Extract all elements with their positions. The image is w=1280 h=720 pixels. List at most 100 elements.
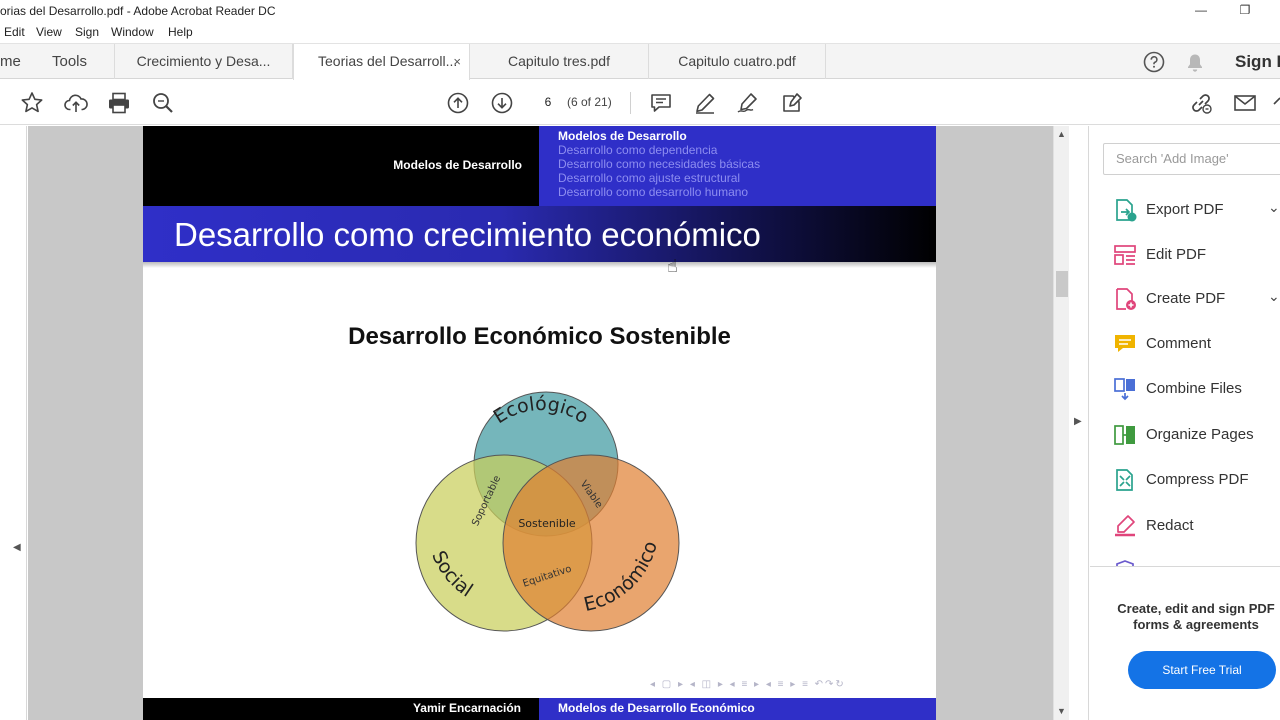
scrollbar-thumb[interactable]: [1056, 271, 1068, 297]
more-tools-icon[interactable]: [1272, 90, 1280, 116]
tool-export-pdf[interactable]: Export PDF ⌄: [1112, 195, 1280, 225]
previous-page-icon[interactable]: [445, 90, 471, 116]
bookmark-star-icon[interactable]: [19, 90, 45, 116]
zoom-search-icon[interactable]: [150, 90, 176, 116]
title-bar: orias del Desarrollo.pdf - Adobe Acrobat…: [0, 0, 1280, 22]
menu-edit[interactable]: Edit: [4, 25, 25, 39]
toolbar: 6 (6 of 21): [0, 80, 1280, 125]
slide-section-label: Modelos de Desarrollo: [393, 158, 522, 172]
menu-bar: Edit View Sign Window Help: [0, 22, 1280, 42]
tool-partially-hidden[interactable]: [1112, 556, 1280, 566]
venn-diagram: Ecológico Social Económico Soportable Vi…: [415, 391, 680, 632]
beamer-navigation-symbols[interactable]: ◂ ▢ ▸ ◂ ◫ ▸ ◂ ≡ ▸ ◂ ≡ ▸ ≡ ↶↷↻: [650, 679, 846, 690]
nav-home[interactable]: me: [0, 53, 21, 70]
page-number-input[interactable]: 6: [534, 90, 562, 114]
maximize-button[interactable]: ❐: [1222, 0, 1268, 22]
tab-label: Capitulo tres.pdf: [508, 53, 610, 69]
hand-cursor-icon: ☝: [667, 256, 678, 276]
collapse-right-pane-icon[interactable]: ▶: [1074, 416, 1082, 427]
chevron-down-icon[interactable]: ⌄: [1268, 288, 1280, 305]
outline-item[interactable]: Desarrollo como necesidades básicas: [558, 157, 936, 171]
frame-title: Desarrollo como crecimiento económico: [174, 216, 761, 253]
scroll-up-arrow-icon[interactable]: ▲: [1057, 129, 1066, 139]
highlight-pen-icon[interactable]: [692, 90, 718, 116]
tools-divider: [1090, 566, 1280, 567]
print-icon[interactable]: [106, 90, 132, 116]
tool-edit-pdf[interactable]: Edit PDF: [1112, 240, 1280, 270]
slide-footer-right: Modelos de Desarrollo Económico: [539, 698, 936, 720]
footer-title: Modelos de Desarrollo Económico: [558, 701, 755, 715]
minimize-button[interactable]: —: [1178, 0, 1224, 22]
outline-item[interactable]: Desarrollo como ajuste estructural: [558, 171, 936, 185]
outline-current-item[interactable]: Modelos de Desarrollo: [558, 129, 936, 143]
cloud-upload-icon[interactable]: [63, 90, 89, 116]
tool-label: Redact: [1146, 517, 1194, 534]
create-pdf-icon: [1112, 286, 1138, 312]
left-pane-gutter: ◀: [0, 126, 27, 720]
comment-icon[interactable]: [648, 90, 674, 116]
notification-bell-icon[interactable]: [1186, 53, 1204, 78]
slide-footer: Yamir Encarnación Modelos de Desarrollo …: [143, 698, 936, 720]
fill-sign-icon[interactable]: [735, 90, 761, 116]
frame-title-bar: Desarrollo como crecimiento económico: [143, 206, 936, 262]
close-tab-icon[interactable]: ×: [453, 44, 461, 79]
edit-annotate-icon[interactable]: [779, 90, 805, 116]
tool-create-pdf[interactable]: Create PDF ⌄: [1112, 284, 1280, 314]
export-pdf-icon: [1112, 197, 1138, 223]
scroll-down-arrow-icon[interactable]: ▼: [1057, 706, 1066, 716]
tab-crecimiento[interactable]: Crecimiento y Desa...: [114, 44, 293, 79]
tool-label: Comment: [1146, 335, 1212, 352]
tab-label: Crecimiento y Desa...: [136, 53, 271, 69]
redact-icon: [1112, 513, 1138, 539]
outline-item[interactable]: Desarrollo como desarrollo humano: [558, 185, 936, 199]
menu-sign[interactable]: Sign: [75, 25, 99, 39]
organize-pages-icon: [1112, 422, 1138, 448]
toolbar-separator: [630, 92, 631, 114]
tools-panel: Search 'Add Image' Export PDF ⌄ Edit PDF…: [1090, 126, 1280, 720]
tab-bar: me Tools Crecimiento y Desa... Teorias d…: [0, 43, 1280, 80]
sign-in-button[interactable]: Sign I: [1235, 52, 1280, 72]
footer-author: Yamir Encarnación: [412, 701, 521, 715]
tool-label: Organize Pages: [1146, 426, 1254, 443]
next-page-icon[interactable]: [489, 90, 515, 116]
tool-label: Export PDF: [1146, 201, 1224, 218]
tab-capitulo-cuatro[interactable]: Capitulo cuatro.pdf: [649, 44, 826, 79]
tools-search-input[interactable]: Search 'Add Image': [1103, 143, 1280, 175]
slide-footer-left: Yamir Encarnación: [143, 698, 539, 720]
right-pane-gutter: ▶: [1069, 126, 1089, 720]
tab-label: Capitulo cuatro.pdf: [678, 53, 796, 69]
tool-label: Edit PDF: [1146, 246, 1207, 263]
tool-redact[interactable]: Redact: [1112, 511, 1280, 541]
menu-help[interactable]: Help: [168, 25, 193, 39]
tab-teorias[interactable]: Teorias del Desarroll... ×: [293, 44, 470, 80]
menu-window[interactable]: Window: [111, 25, 154, 39]
email-icon[interactable]: [1232, 90, 1258, 116]
tool-label: Combine Files: [1146, 380, 1242, 397]
page-count: (6 of 21): [567, 95, 612, 109]
venn-label-sostenible: Sostenible: [518, 517, 576, 530]
compress-pdf-icon: [1112, 467, 1138, 493]
outline-item[interactable]: Desarrollo como dependencia: [558, 143, 936, 157]
menu-view[interactable]: View: [36, 25, 62, 39]
promo-text: Create, edit and sign PDF forms & agreem…: [1117, 601, 1275, 632]
pdf-page: Modelos de Desarrollo Modelos de Desarro…: [143, 126, 936, 720]
tool-combine-files[interactable]: Combine Files: [1112, 374, 1280, 404]
vertical-scrollbar[interactable]: ▲ ▼: [1053, 126, 1069, 720]
slide-header-outline: Modelos de Desarrollo Desarrollo como de…: [539, 126, 936, 206]
slide-header-left: Modelos de Desarrollo: [143, 126, 539, 206]
tool-compress-pdf[interactable]: Compress PDF: [1112, 465, 1280, 495]
nav-tools[interactable]: Tools: [52, 53, 87, 70]
protect-shield-icon: [1112, 558, 1138, 566]
chevron-down-icon[interactable]: ⌄: [1268, 199, 1280, 216]
tool-comment[interactable]: Comment: [1112, 329, 1280, 359]
edit-pdf-icon: [1112, 242, 1138, 268]
share-link-icon[interactable]: [1188, 90, 1214, 116]
help-icon[interactable]: [1143, 51, 1165, 78]
tool-organize-pages[interactable]: Organize Pages: [1112, 420, 1280, 450]
tab-capitulo-tres[interactable]: Capitulo tres.pdf: [470, 44, 649, 79]
tab-label: Teorias del Desarroll...: [318, 53, 458, 69]
document-viewport[interactable]: Modelos de Desarrollo Modelos de Desarro…: [28, 126, 1053, 720]
start-free-trial-button[interactable]: Start Free Trial: [1128, 651, 1276, 689]
expand-left-pane-icon[interactable]: ◀: [13, 542, 21, 553]
slide-header: Modelos de Desarrollo Modelos de Desarro…: [143, 126, 936, 206]
